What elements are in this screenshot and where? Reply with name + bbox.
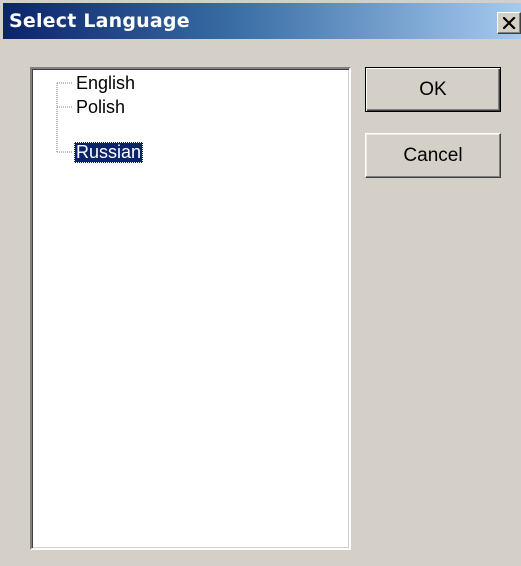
close-button[interactable] — [497, 12, 521, 34]
tree-item-polish[interactable]: Polish — [74, 97, 127, 118]
tree-connector-lines — [56, 82, 72, 153]
dialog-title: Select Language — [9, 10, 190, 32]
close-icon — [503, 17, 516, 29]
cancel-button[interactable]: Cancel — [365, 133, 501, 178]
tree-item-russian[interactable]: Russian — [74, 142, 144, 163]
ok-button[interactable]: OK — [365, 67, 501, 112]
language-tree[interactable]: English Polish Russian — [30, 67, 351, 550]
select-language-dialog: Select Language English Polish Russian O… — [0, 0, 521, 566]
title-bar[interactable]: Select Language — [3, 3, 521, 39]
tree-item-english[interactable]: English — [74, 73, 137, 94]
